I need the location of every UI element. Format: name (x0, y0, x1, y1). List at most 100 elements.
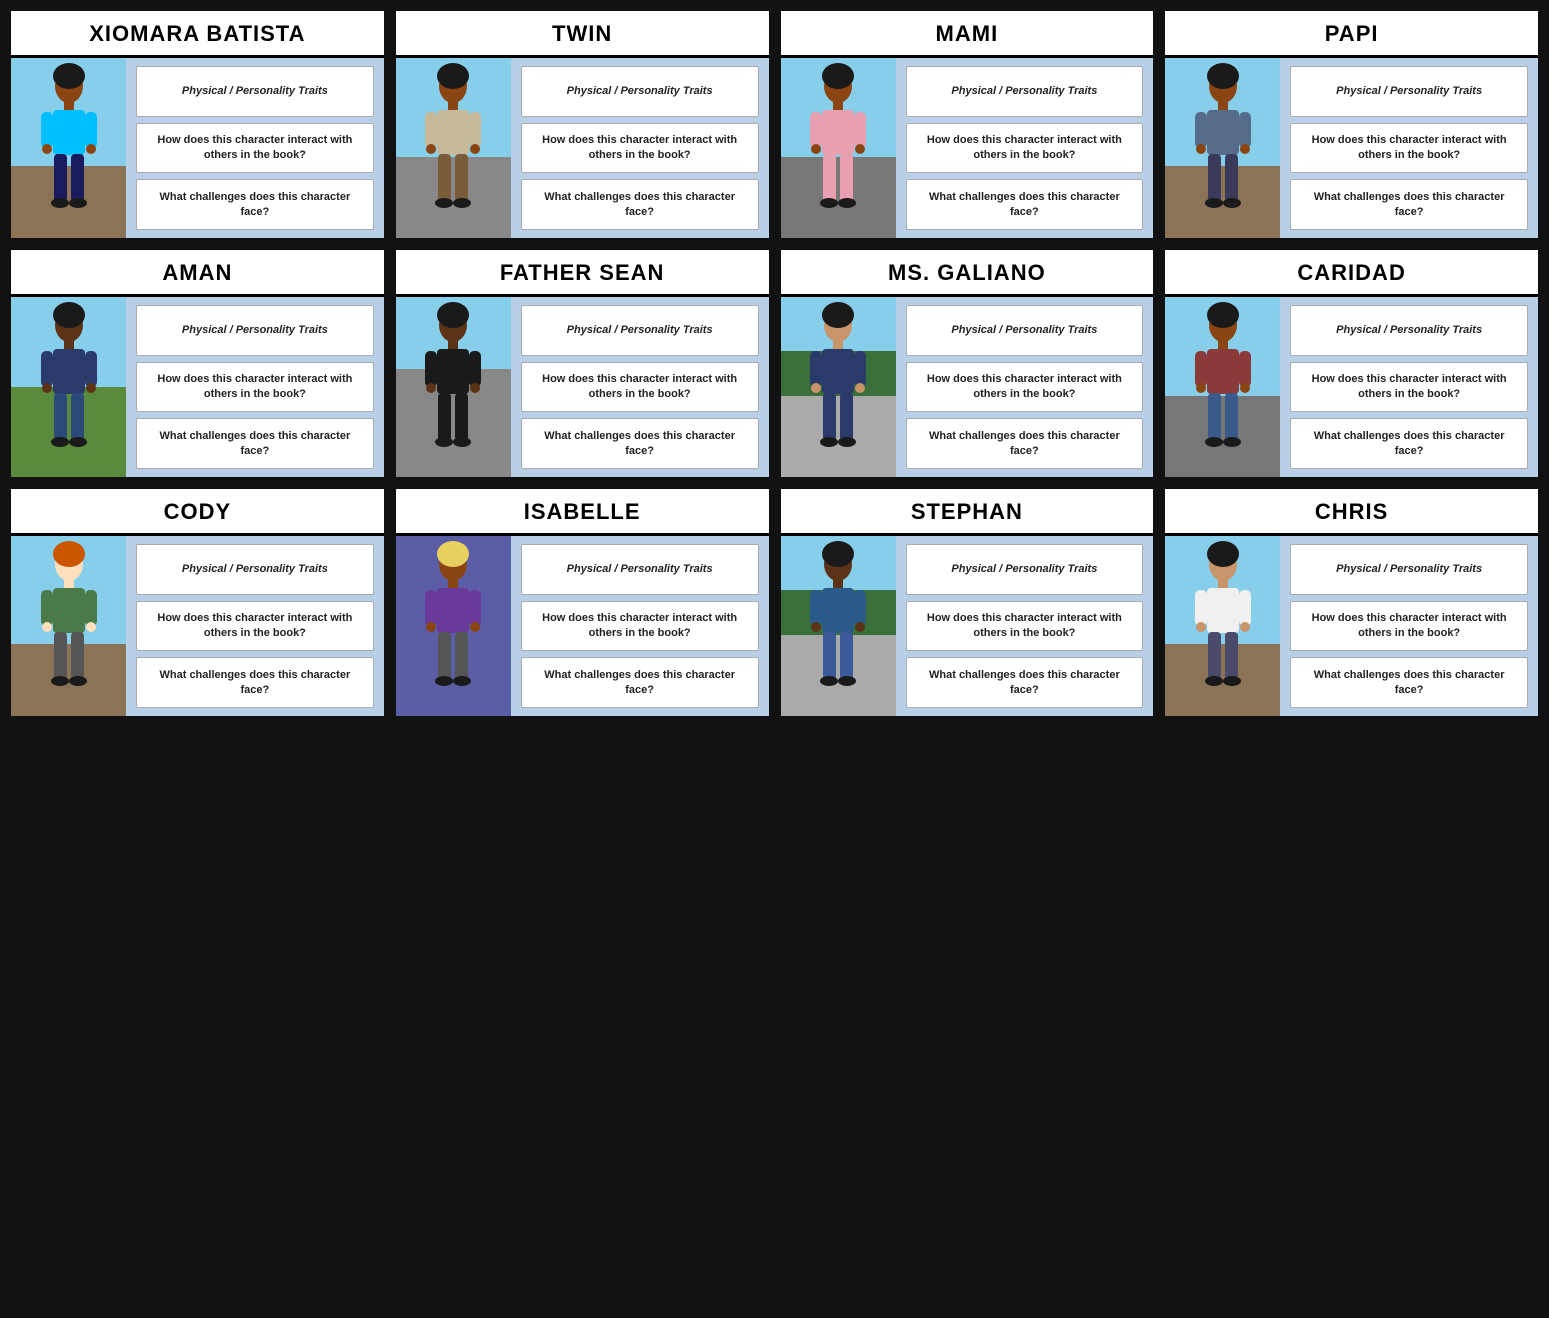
interact-label: How does this character interact with ot… (1299, 133, 1519, 163)
challenges-label: What challenges does this character face… (915, 190, 1135, 220)
traits-section: Physical / Personality Traits (906, 66, 1144, 117)
card-header: XIOMARA BATISTA (11, 11, 384, 58)
card-header: CARIDAD (1165, 250, 1538, 297)
traits-section: Physical / Personality Traits (1290, 66, 1528, 117)
character-name: XIOMARA BATISTA (89, 21, 305, 46)
challenges-section: What challenges does this character face… (521, 657, 759, 708)
card-header: MS. GALIANO (781, 250, 1154, 297)
character-info: Physical / Personality Traits How does th… (511, 58, 769, 238)
character-image (1165, 58, 1280, 238)
challenges-section: What challenges does this character face… (1290, 418, 1528, 469)
traits-section: Physical / Personality Traits (1290, 544, 1528, 595)
character-image (11, 536, 126, 716)
character-info: Physical / Personality Traits How does th… (1280, 58, 1538, 238)
traits-label: Physical / Personality Traits (567, 562, 713, 577)
interact-label: How does this character interact with ot… (915, 372, 1135, 402)
traits-section: Physical / Personality Traits (521, 66, 759, 117)
character-name: TWIN (552, 21, 612, 46)
character-card-twin: TWIN Physical / Personality Traits How doe… (393, 8, 772, 241)
traits-section: Physical / Personality Traits (136, 305, 374, 356)
interact-label: How does this character interact with ot… (530, 611, 750, 641)
interact-label: How does this character interact with ot… (145, 611, 365, 641)
challenges-section: What challenges does this character face… (1290, 657, 1528, 708)
character-card-papi: PAPIPhysical / Personality TraitsHow doe… (1162, 8, 1541, 241)
traits-section: Physical / Personality Traits (906, 305, 1144, 356)
challenges-label: What challenges does this character face… (145, 668, 365, 698)
card-header: MAMI (781, 11, 1154, 58)
challenges-label: What challenges does this character face… (1299, 190, 1519, 220)
challenges-section: What challenges does this character face… (136, 418, 374, 469)
card-header: ISABELLE (396, 489, 769, 536)
scene-background (11, 297, 126, 477)
interact-section: How does this character interact with ot… (906, 123, 1144, 174)
character-image (781, 58, 896, 238)
card-body: Physical / Personality Traits How does th… (781, 536, 1154, 716)
character-card-chris: CHRISPhysical / Personality TraitsHow do… (1162, 486, 1541, 719)
interact-label: How does this character interact with ot… (1299, 372, 1519, 402)
challenges-label: What challenges does this character face… (530, 668, 750, 698)
character-card-stephan: STEPHAN Physical / Personality Traits How … (778, 486, 1157, 719)
card-body: Physical / Personality Traits How does th… (11, 536, 384, 716)
traits-label: Physical / Personality Traits (951, 323, 1097, 338)
challenges-section: What challenges does this character face… (136, 657, 374, 708)
challenges-label: What challenges does this character face… (530, 429, 750, 459)
challenges-label: What challenges does this character face… (915, 429, 1135, 459)
challenges-section: What challenges does this character face… (521, 418, 759, 469)
traits-label: Physical / Personality Traits (567, 84, 713, 99)
character-image (396, 536, 511, 716)
scene-background (781, 58, 896, 238)
character-image (11, 58, 126, 238)
scene-background (396, 297, 511, 477)
scene-background (781, 536, 896, 716)
character-name: MS. GALIANO (888, 260, 1046, 285)
challenges-label: What challenges does this character face… (1299, 429, 1519, 459)
card-body: Physical / Personality Traits How does th… (781, 297, 1154, 477)
scene-background (1165, 297, 1280, 477)
challenges-section: What challenges does this character face… (906, 179, 1144, 230)
scene-background (781, 297, 896, 477)
character-grid: XIOMARA BATISTA Physical / Personality Tr… (8, 8, 1541, 719)
interact-section: How does this character interact with ot… (136, 601, 374, 652)
character-card-caridad: CARIDAD Physical / Personality Traits How … (1162, 247, 1541, 480)
challenges-section: What challenges does this character face… (521, 179, 759, 230)
character-image (11, 297, 126, 477)
scene-background (1165, 58, 1280, 238)
traits-label: Physical / Personality Traits (1336, 84, 1482, 99)
character-card-aman: AMANPhysical / Personality TraitsHow doe… (8, 247, 387, 480)
traits-label: Physical / Personality Traits (951, 84, 1097, 99)
interact-label: How does this character interact with ot… (915, 611, 1135, 641)
card-body: Physical / Personality Traits How does th… (11, 58, 384, 238)
card-body: Physical / Personality Traits How does th… (11, 297, 384, 477)
scene-background (396, 58, 511, 238)
challenges-section: What challenges does this character face… (1290, 179, 1528, 230)
character-image (781, 536, 896, 716)
character-image (1165, 297, 1280, 477)
interact-section: How does this character interact with ot… (521, 123, 759, 174)
interact-label: How does this character interact with ot… (145, 372, 365, 402)
traits-label: Physical / Personality Traits (1336, 562, 1482, 577)
card-body: Physical / Personality Traits How does th… (1165, 58, 1538, 238)
card-body: Physical / Personality Traits How does th… (396, 536, 769, 716)
character-name: CARIDAD (1297, 260, 1405, 285)
character-card-xiomara-batista: XIOMARA BATISTA Physical / Personality Tr… (8, 8, 387, 241)
challenges-label: What challenges does this character face… (145, 190, 365, 220)
interact-label: How does this character interact with ot… (530, 133, 750, 163)
traits-label: Physical / Personality Traits (1336, 323, 1482, 338)
character-name: STEPHAN (911, 499, 1023, 524)
card-header: CODY (11, 489, 384, 536)
traits-label: Physical / Personality Traits (951, 562, 1097, 577)
interact-section: How does this character interact with ot… (521, 362, 759, 413)
interact-label: How does this character interact with ot… (145, 133, 365, 163)
challenges-label: What challenges does this character face… (1299, 668, 1519, 698)
character-info: Physical / Personality Traits How does th… (896, 297, 1154, 477)
challenges-label: What challenges does this character face… (915, 668, 1135, 698)
character-info: Physical / Personality Traits How does th… (1280, 297, 1538, 477)
character-info: Physical / Personality Traits How does th… (126, 536, 384, 716)
traits-label: Physical / Personality Traits (182, 562, 328, 577)
character-name: ISABELLE (524, 499, 641, 524)
interact-section: How does this character interact with ot… (1290, 362, 1528, 413)
traits-section: Physical / Personality Traits (136, 66, 374, 117)
card-header: FATHER SEAN (396, 250, 769, 297)
traits-section: Physical / Personality Traits (906, 544, 1144, 595)
character-info: Physical / Personality Traits How does th… (126, 58, 384, 238)
